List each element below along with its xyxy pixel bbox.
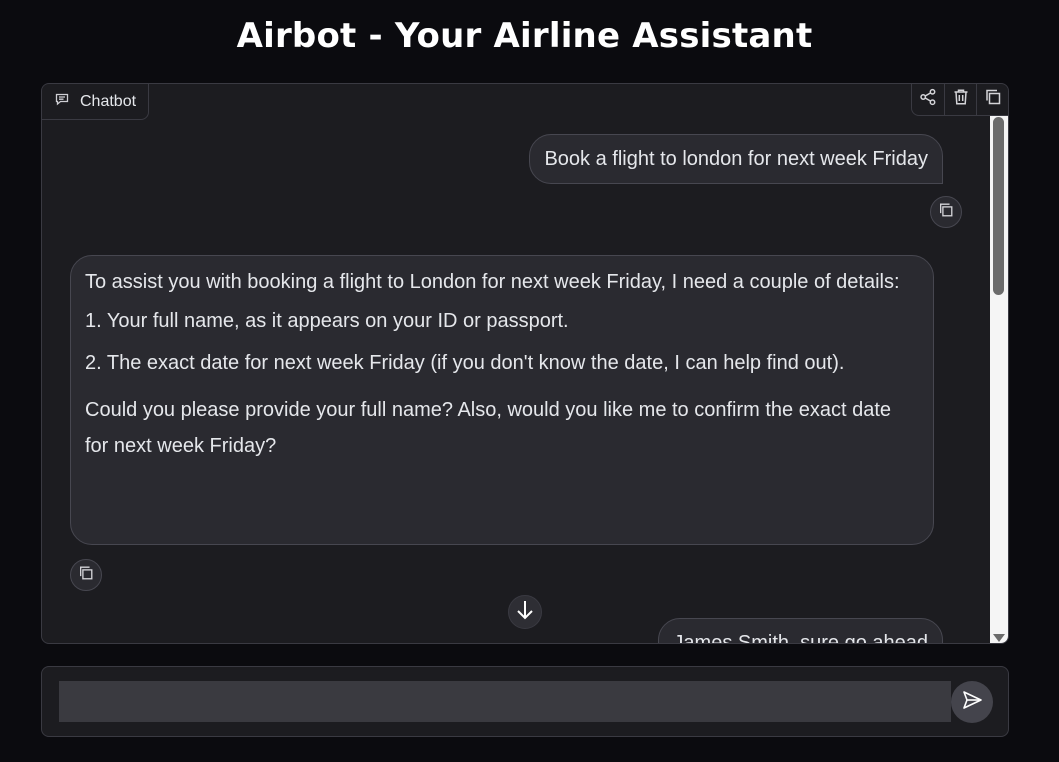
- copy-message-button[interactable]: [70, 559, 102, 591]
- user-message-text: Book a flight to london for next week Fr…: [544, 148, 928, 170]
- send-button[interactable]: [951, 681, 993, 723]
- assistant-message: To assist you with booking a flight to L…: [70, 255, 934, 545]
- copy-icon: [78, 565, 94, 586]
- user-message-text: James Smith, sure go ahead: [673, 632, 928, 643]
- assistant-paragraph: Could you please provide your full name?…: [85, 399, 891, 457]
- chat-scrollbar[interactable]: [990, 115, 1008, 643]
- assistant-paragraph: To assist you with booking a flight to L…: [85, 271, 900, 293]
- chatbot-label: Chatbot: [42, 84, 150, 120]
- chat-toolbar: [911, 84, 1008, 116]
- message-input-panel: [41, 666, 1009, 737]
- scroll-to-bottom-button[interactable]: [508, 595, 542, 629]
- chatbot-panel: Chatbot Book a flight to london for next…: [41, 83, 1009, 644]
- scrollbar-thumb[interactable]: [993, 117, 1004, 295]
- chat-bubble-icon: [54, 91, 70, 112]
- assistant-paragraph: 1. Your full name, as it appears on your…: [85, 310, 569, 332]
- scroll-down-arrow-icon[interactable]: [993, 634, 1005, 642]
- copy-message-button[interactable]: [930, 196, 962, 228]
- user-message: James Smith, sure go ahead: [658, 618, 943, 643]
- copy-icon: [984, 88, 1002, 111]
- arrow-down-icon: [515, 599, 535, 626]
- clear-button[interactable]: [944, 84, 976, 115]
- chatbot-label-text: Chatbot: [80, 92, 137, 110]
- copy-all-button[interactable]: [976, 84, 1008, 115]
- copy-icon: [938, 202, 954, 223]
- message-input[interactable]: [59, 681, 951, 722]
- assistant-paragraph: 2. The exact date for next week Friday (…: [85, 352, 845, 374]
- page-title: Airbot - Your Airline Assistant: [236, 16, 813, 56]
- share-icon: [919, 88, 937, 111]
- share-button[interactable]: [912, 84, 944, 115]
- user-message: Book a flight to london for next week Fr…: [529, 134, 943, 184]
- send-icon: [961, 689, 983, 716]
- trash-icon: [952, 88, 970, 111]
- chat-messages[interactable]: Book a flight to london for next week Fr…: [42, 84, 989, 643]
